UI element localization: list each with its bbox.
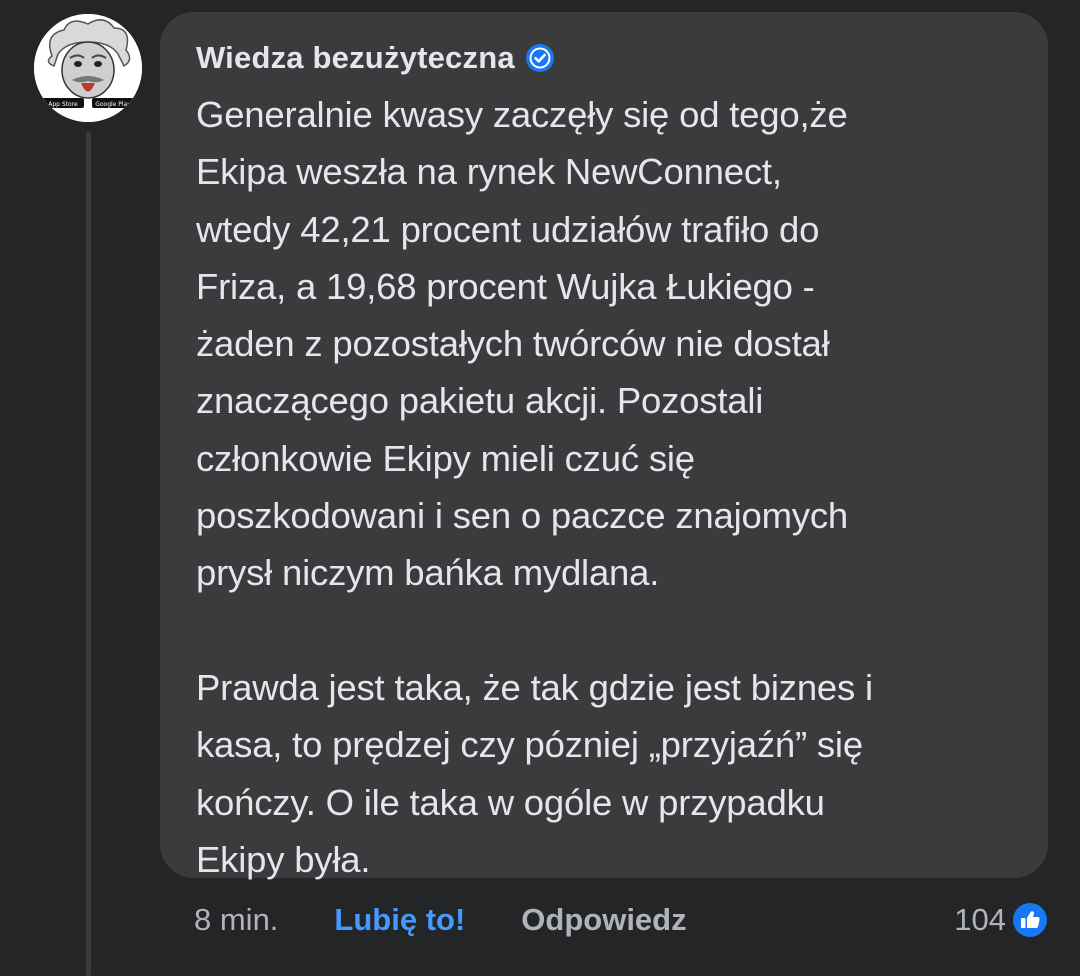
comment-actions: 8 min. Lubię to! Odpowiedz <box>194 892 687 948</box>
avatar[interactable]: App Store Google Play <box>34 14 142 122</box>
comment-timestamp[interactable]: 8 min. <box>194 902 278 938</box>
comment-text: Generalnie kwasy zaczęły się od tego,że … <box>196 94 873 880</box>
reaction-count: 104 <box>954 902 1006 937</box>
einstein-avatar-icon: App Store Google Play <box>34 14 142 122</box>
author-name[interactable]: Wiedza bezużyteczna <box>196 40 515 76</box>
reply-button[interactable]: Odpowiedz <box>521 902 686 938</box>
thread-line <box>86 132 91 976</box>
like-button[interactable]: Lubię to! <box>334 902 465 938</box>
thumbs-up-icon <box>1012 902 1048 938</box>
verified-badge-icon <box>525 43 555 73</box>
reactions-summary[interactable]: 104 <box>954 892 1048 948</box>
comment-header: Wiedza bezużyteczna <box>196 36 1018 80</box>
app-store-badge-label: App Store <box>48 101 78 108</box>
google-play-badge-label: Google Play <box>95 101 131 108</box>
comment-bubble: Wiedza bezużyteczna Generalnie kwasy zac… <box>160 12 1048 880</box>
comment-thread: App Store Google Play Wiedza bezużyteczn… <box>0 0 1080 976</box>
